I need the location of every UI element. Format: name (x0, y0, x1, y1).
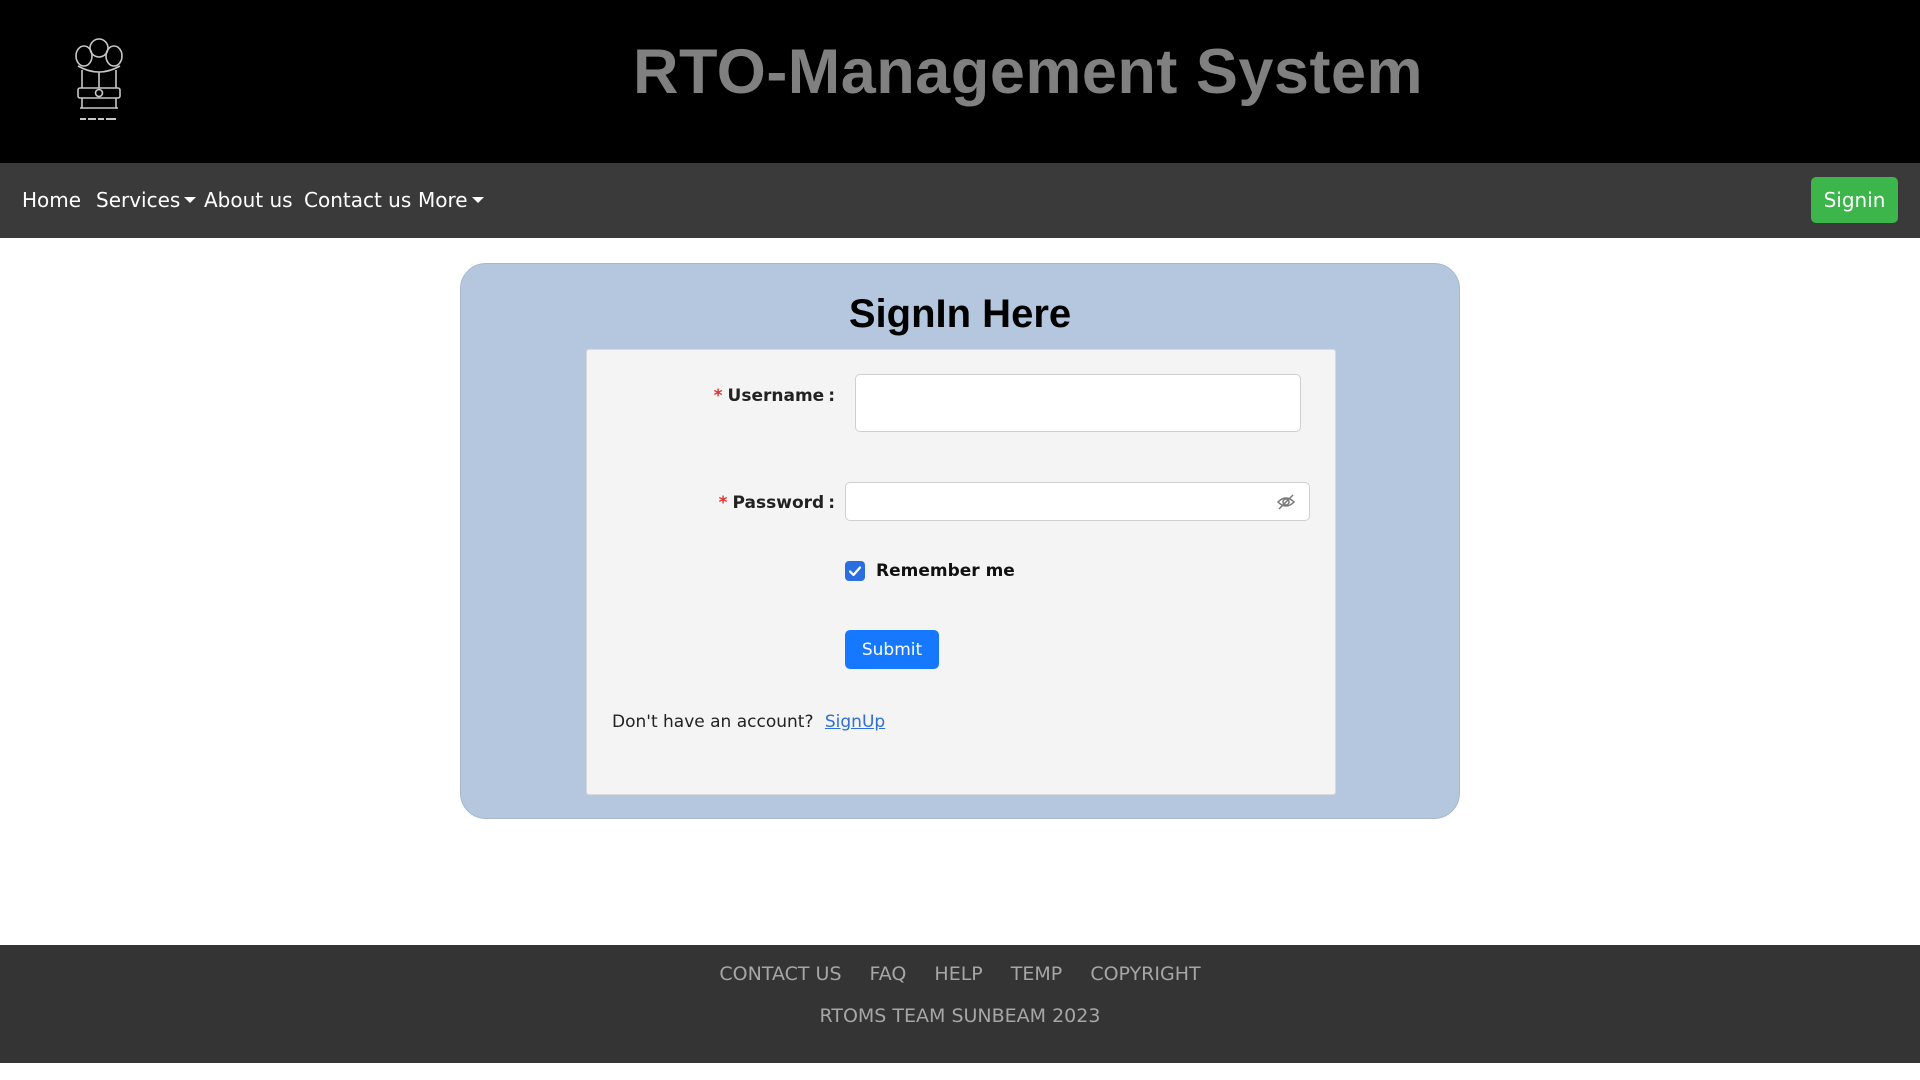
footer-link-help[interactable]: HELP (934, 963, 982, 985)
checkmark-icon (848, 566, 862, 577)
nav-services-label: Services (96, 188, 181, 212)
site-title: RTO-Management System (632, 37, 1424, 107)
footer-link-contact-us[interactable]: CONTACT US (719, 963, 841, 985)
username-label: * Username: (713, 386, 835, 406)
nav-home-label: Home (22, 188, 82, 212)
nav-contact-us[interactable]: Contact us (304, 188, 411, 212)
caret-down-icon (471, 197, 484, 203)
signup-prompt: Don't have an account? SignUp (612, 712, 885, 732)
footer-links: CONTACT US FAQ HELP TEMP COPYRIGHT (0, 963, 1920, 985)
no-account-text: Don't have an account? (612, 712, 814, 732)
footer-link-temp[interactable]: TEMP (1011, 963, 1062, 985)
site-footer: CONTACT US FAQ HELP TEMP COPYRIGHT RTOMS… (0, 945, 1920, 1063)
signup-link[interactable]: SignUp (825, 712, 885, 732)
signin-form: * Username: * Password: Remember me Subm… (586, 349, 1336, 795)
top-navbar: Home Services About us Contact us More S… (0, 163, 1920, 238)
required-asterisk: * (713, 386, 723, 406)
password-label: * Password: (718, 493, 835, 513)
nav-contact-label: Contact us (304, 188, 412, 212)
username-input[interactable] (855, 374, 1301, 432)
caret-down-icon (184, 197, 197, 203)
password-input[interactable] (845, 482, 1310, 521)
nav-more-label: More (418, 188, 468, 212)
eye-slash-icon[interactable] (1276, 492, 1296, 512)
nav-services[interactable]: Services (96, 188, 197, 212)
footer-copyright: RTOMS TEAM SUNBEAM 2023 (819, 1005, 1101, 1027)
signin-card: SignIn Here * Username: * Password: Reme… (460, 263, 1460, 819)
required-asterisk: * (718, 493, 728, 513)
page: RTO-Management System Home Services Abou… (0, 0, 1920, 1080)
signin-button[interactable]: Signin (1811, 177, 1898, 223)
signin-title: SignIn Here (848, 292, 1072, 336)
nav-more[interactable]: More (418, 188, 484, 212)
nav-home[interactable]: Home (22, 188, 81, 212)
site-header: RTO-Management System (0, 0, 1920, 163)
nav-about-us[interactable]: About us (204, 188, 293, 212)
footer-link-copyright[interactable]: COPYRIGHT (1090, 963, 1200, 985)
footer-link-faq[interactable]: FAQ (870, 963, 907, 985)
remember-me-checkbox[interactable] (845, 561, 865, 581)
submit-button[interactable]: Submit (845, 630, 939, 669)
remember-me-label[interactable]: Remember me (876, 561, 1015, 581)
nav-about-label: About us (204, 188, 293, 212)
